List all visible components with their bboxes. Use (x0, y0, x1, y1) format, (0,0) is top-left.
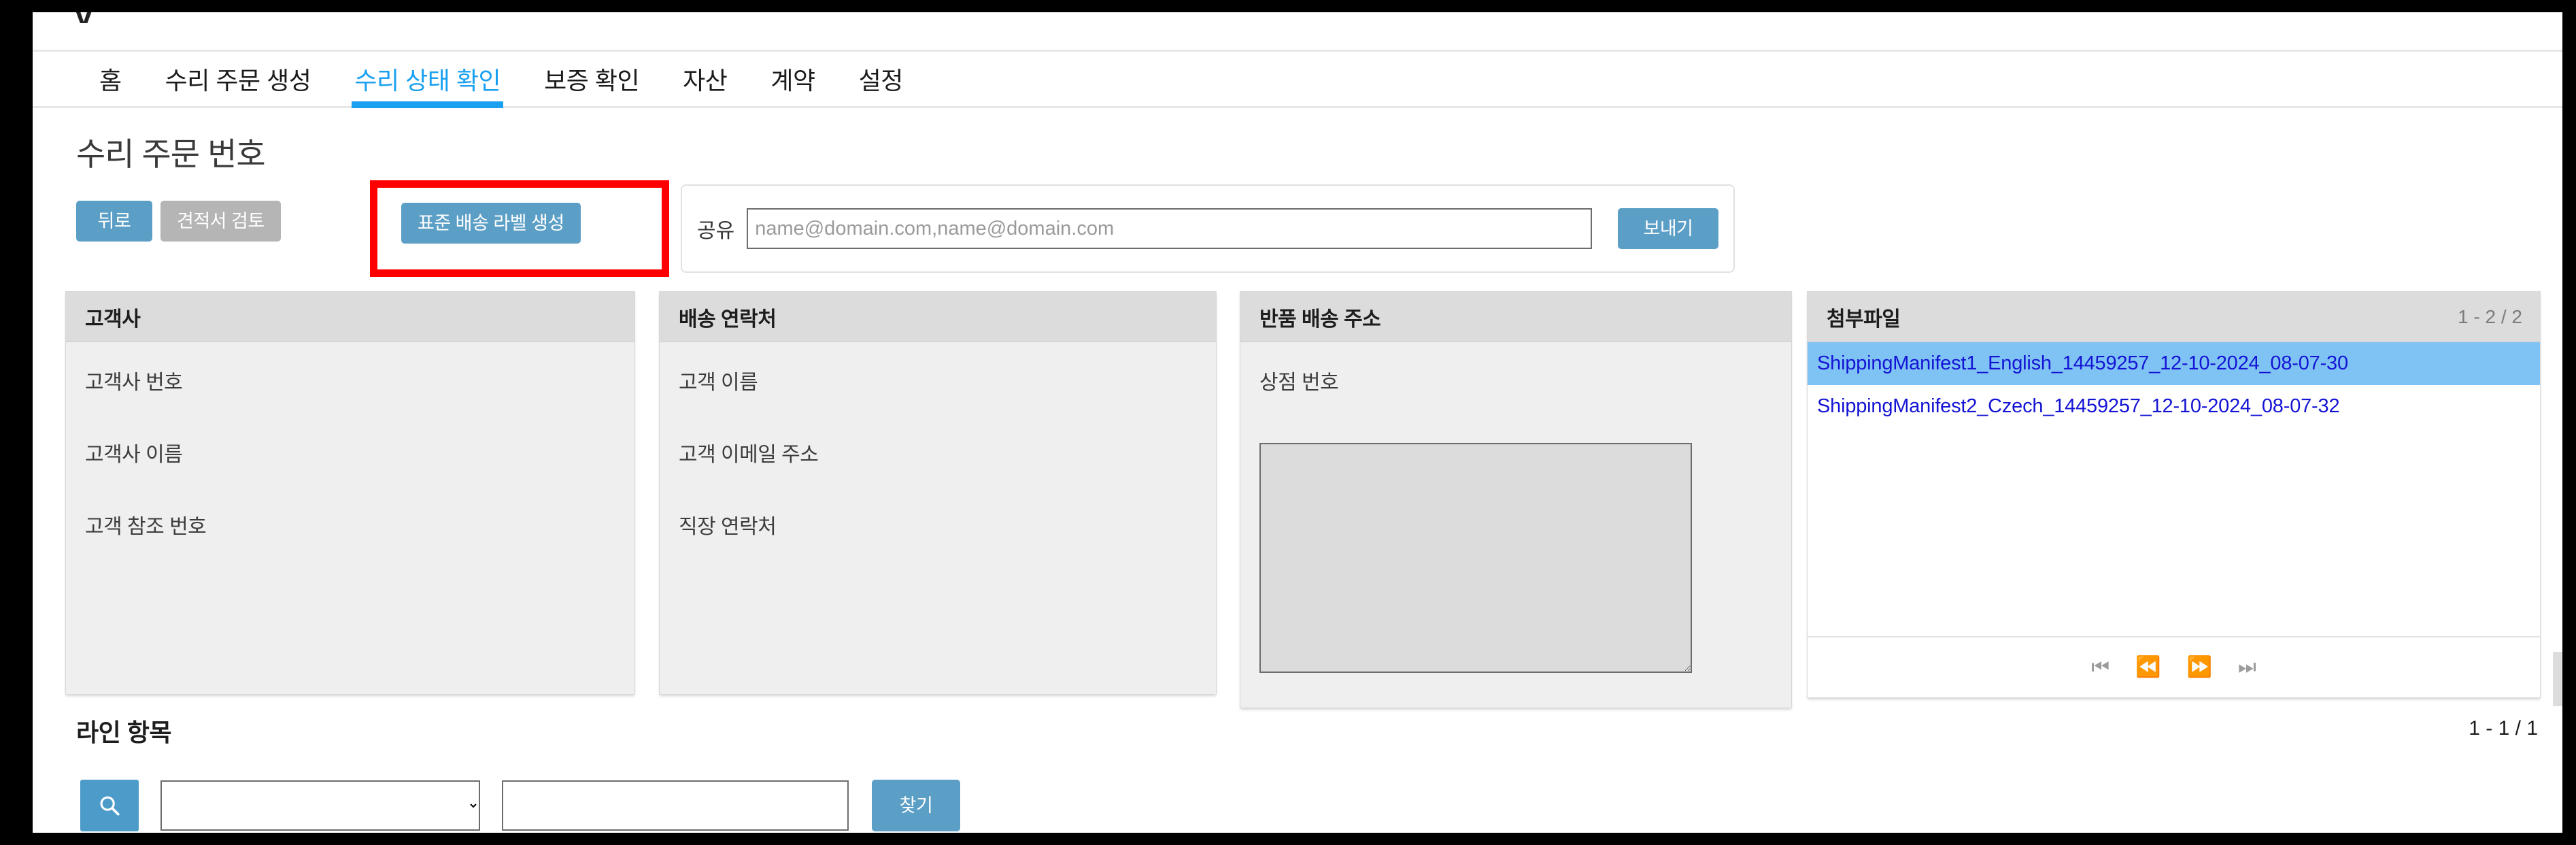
field-contact-name: 고객 이름 (679, 371, 758, 394)
panel-header: 첨부파일 1 - 2 / 2 (1808, 292, 2540, 342)
field-customer-number: 고객사 번호 (85, 371, 183, 394)
field-customer-reference-number: 고객 참조 번호 (85, 516, 207, 538)
search-button[interactable] (80, 780, 139, 831)
detail-panels: 고객사 고객사 번호 고객사 이름 고객 참조 번호 배송 연락처 고객 이름 … (65, 291, 2541, 708)
nav-item-check-repair-status[interactable]: 수리 상태 확인 (333, 52, 522, 108)
nav-item-warranty-check[interactable]: 보증 확인 (522, 52, 661, 106)
line-items-title: 라인 항목 (76, 718, 171, 746)
panel-body: 상점 번호 (1240, 342, 1791, 676)
nav-item-assets[interactable]: 자산 (661, 52, 749, 106)
vertical-scrollbar[interactable] (2553, 652, 2562, 706)
panel-return-shipping-address: 반품 배송 주소 상점 번호 (1240, 291, 1792, 708)
nav-list: 홈 수리 주문 생성 수리 상태 확인 보증 확인 자산 계약 설정 (33, 52, 2562, 108)
line-items-count: 1 - 1 / 1 (2469, 717, 2538, 740)
attachments-count: 1 - 2 / 2 (2458, 305, 2522, 327)
share-label: 공유 (697, 220, 735, 242)
nav-item-create-repair-order[interactable]: 수리 주문 생성 (143, 52, 333, 106)
main-navigation: 홈 수리 주문 생성 수리 상태 확인 보증 확인 자산 계약 설정 (33, 50, 2562, 108)
back-button[interactable]: 뒤로 (76, 201, 152, 242)
send-button[interactable]: 보내기 (1618, 208, 1718, 249)
panel-body: 고객사 번호 고객사 이름 고객 참조 번호 (66, 342, 634, 540)
review-quote-button: 견적서 검토 (160, 201, 281, 242)
share-email-input[interactable] (747, 208, 1592, 249)
nav-item-settings[interactable]: 설정 (837, 52, 925, 106)
panel-customer-company: 고객사 고객사 번호 고객사 이름 고객 참조 번호 (65, 291, 635, 695)
panel-title: 고객사 (85, 308, 141, 331)
panel-header: 배송 연락처 (660, 292, 1216, 342)
attachments-pagination: ⏮ ⏪ ⏩ ⏭ (1808, 636, 2540, 697)
panel-body: 고객 이름 고객 이메일 주소 직장 연락처 (660, 342, 1216, 540)
next-page-icon[interactable]: ⏩ (2187, 657, 2212, 678)
field-customer-name: 고객사 이름 (85, 444, 183, 466)
field-store-number: 상점 번호 (1259, 371, 1339, 394)
nav-item-contracts[interactable]: 계약 (749, 52, 836, 106)
list-item[interactable]: ShippingManifest1_English_14459257_12-10… (1808, 342, 2540, 385)
list-item[interactable]: ShippingManifest2_Czech_14459257_12-10-2… (1808, 385, 2540, 428)
address-textarea-wrapper (1259, 437, 1772, 676)
line-items-search-input[interactable] (502, 780, 849, 831)
application-window: ᐯ 홈 수리 주문 생성 수리 상태 확인 보증 확인 자산 계약 설정 수리 … (33, 12, 2562, 833)
prev-page-icon[interactable]: ⏪ (2135, 657, 2160, 678)
attachments-list: ShippingManifest1_English_14459257_12-10… (1808, 342, 2540, 428)
panel-shipping-contact: 배송 연락처 고객 이름 고객 이메일 주소 직장 연락처 (659, 291, 1217, 695)
line-items-filter-select[interactable] (160, 780, 480, 831)
find-button[interactable]: 찾기 (872, 780, 960, 831)
search-icon (100, 796, 120, 816)
nav-item-home[interactable]: 홈 (78, 52, 143, 106)
panel-header: 고객사 (66, 292, 634, 342)
panel-attachments: 첨부파일 1 - 2 / 2 ShippingManifest1_English… (1807, 291, 2541, 698)
panel-title: 첨부파일 (1827, 308, 1901, 331)
share-panel: 공유 보내기 (681, 184, 1735, 273)
panel-header: 반품 배송 주소 (1240, 292, 1791, 342)
action-toolbar: 뒤로 견적서 검토 (76, 201, 281, 242)
page-title: 수리 주문 번호 (76, 136, 266, 172)
field-contact-email: 고객 이메일 주소 (679, 444, 819, 466)
field-work-phone: 직장 연락처 (679, 516, 777, 538)
panel-title: 반품 배송 주소 (1259, 308, 1381, 331)
first-page-icon[interactable]: ⏮ (2091, 657, 2109, 678)
panel-title: 배송 연락처 (679, 308, 777, 331)
last-page-icon[interactable]: ⏭ (2238, 657, 2256, 678)
top-cutoff-glyph: ᐯ (75, 12, 102, 23)
create-standard-shipping-label-button[interactable]: 표준 배송 라벨 생성 (401, 203, 581, 244)
return-address-textarea[interactable] (1259, 443, 1692, 673)
line-items-filter-bar: 찾기 (80, 780, 960, 831)
